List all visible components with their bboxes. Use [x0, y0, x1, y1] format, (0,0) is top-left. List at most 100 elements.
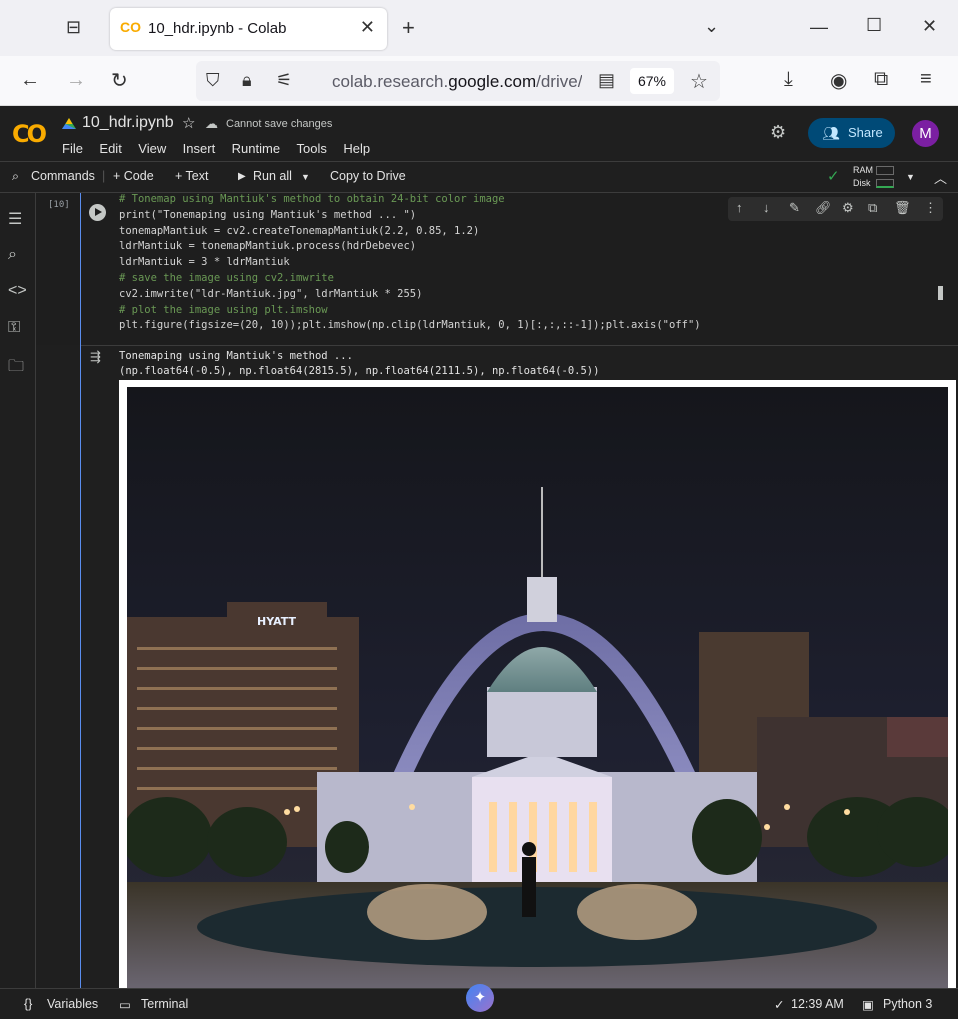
hyatt-sign: HYATT [257, 615, 297, 628]
menu-tools[interactable]: Tools [297, 141, 327, 156]
colab-favicon-icon: CO [120, 19, 141, 35]
share-label: Share [848, 125, 883, 140]
move-up-icon[interactable]: ↑ [736, 200, 743, 215]
editor-scrollbar[interactable] [938, 286, 943, 300]
url-text: colab.research.google.com/drive/ [332, 72, 582, 91]
find-replace-icon[interactable]: ⌕ [8, 246, 17, 264]
files-folder-icon[interactable]: 🗀 [8, 355, 24, 382]
left-sidebar: ☰ ⌕ <> ⚿ 🗀 [0, 193, 36, 988]
minimize-icon[interactable]: — [810, 17, 828, 38]
runtime-dropdown-icon[interactable]: ▼ [906, 172, 915, 182]
run-cell-button[interactable] [89, 204, 106, 221]
output-line: (np.float64(-0.5), np.float64(2815.5), n… [119, 365, 600, 377]
close-icon[interactable]: ✕ [360, 17, 375, 38]
new-tab-icon[interactable]: + [402, 15, 415, 41]
code-line: tonemapMantiuk = cv2.createTonemapMantiu… [119, 224, 480, 237]
settings-gear-icon[interactable]: ⚙ [770, 122, 786, 143]
edit-icon[interactable]: ✎ [789, 200, 800, 216]
bookmark-star-icon[interactable]: ☆ [690, 69, 708, 94]
search-icon: ⌕ [12, 169, 20, 183]
forward-icon[interactable]: → [66, 69, 86, 92]
download-icon[interactable]: ⤓ [784, 68, 793, 91]
runtime-icon: ▣ [862, 998, 874, 1012]
menu-view[interactable]: View [138, 141, 166, 156]
output-text: Tonemaping using Mantiuk's method ... (n… [119, 349, 599, 379]
output-figure: HYATT [119, 380, 956, 988]
menu-bar: File Edit View Insert Runtime Tools Help [62, 140, 382, 158]
permissions-icon[interactable]: ⚟ [276, 70, 292, 91]
maximize-icon[interactable]: ☐ [866, 15, 882, 36]
code-editor[interactable]: # Tonemap using Mantiuk's method to obta… [119, 192, 701, 334]
save-status: Cannot save changes [226, 118, 333, 130]
run-all-button[interactable]: Run all [253, 169, 292, 183]
ram-meter[interactable] [876, 166, 894, 175]
extensions-icon[interactable]: ⧉ [874, 68, 888, 91]
browser-tab[interactable]: CO 10_hdr.ipynb - Colab ✕ [110, 8, 387, 50]
chevron-down-icon[interactable]: ⌄ [704, 16, 719, 37]
code-line: print("Tonemaping using Mantiuk's method… [119, 208, 417, 221]
tab-overview-icon[interactable]: ⊟ [66, 17, 81, 38]
reader-view-icon[interactable]: ▤ [598, 70, 615, 91]
more-options-icon[interactable]: ⋮ [924, 200, 937, 216]
check-icon: ✓ [774, 998, 785, 1012]
star-icon[interactable]: ☆ [182, 114, 195, 132]
connected-check-icon: ✓ [827, 168, 840, 185]
browser-nav-bar: ← → ↻ ⛉ 🔒︎ ⚟ colab.research.google.com/d… [0, 56, 958, 106]
code-snippets-icon[interactable]: <> [8, 282, 27, 300]
lock-icon[interactable]: 🔒︎ [242, 70, 252, 91]
commands-button[interactable]: Commands [31, 169, 95, 183]
menu-icon[interactable]: ≡ [920, 68, 932, 91]
gemini-sparkle-icon[interactable]: ✦ [466, 984, 494, 1012]
mirror-cell-icon[interactable]: ⧉ [868, 200, 877, 216]
terminal-icon: ▭ [119, 998, 131, 1012]
add-code-button[interactable]: + Code [113, 169, 154, 183]
cell-toolbar: ↑ ↓ ✎ 🔗︎ ⚙ ⧉ 🗑︎ ⋮ [728, 197, 943, 221]
execution-time[interactable]: 12:39 AM [791, 997, 844, 1011]
delete-icon[interactable]: 🗑︎ [894, 200, 911, 216]
zoom-level[interactable]: 67% [630, 68, 674, 94]
chevron-down-icon[interactable]: ▼ [301, 172, 310, 182]
secrets-key-icon[interactable]: ⚿ [8, 319, 20, 337]
menu-insert[interactable]: Insert [183, 141, 216, 156]
reload-icon[interactable]: ↻ [111, 68, 128, 93]
drive-icon [62, 117, 76, 129]
back-icon[interactable]: ← [20, 69, 40, 92]
code-line: ldrMantiuk = 3 * ldrMantiuk [119, 256, 290, 269]
notebook-name[interactable]: 10_hdr.ipynb [82, 114, 174, 132]
variables-button[interactable]: Variables [47, 997, 98, 1011]
share-button[interactable]: 👥︎ Share [808, 118, 895, 148]
toolbar-divider: | [102, 169, 106, 183]
browser-tab-bar: ⊟ CO 10_hdr.ipynb - Colab ✕ + ⌄ — ☐ ✕ [0, 0, 958, 56]
output-line: Tonemaping using Mantiuk's method ... [119, 350, 353, 362]
code-line: cv2.imwrite("ldr-Mantiuk.jpg", ldrMantiu… [119, 287, 423, 300]
add-text-button[interactable]: + Text [175, 169, 208, 183]
code-line: ldrMantiuk = tonemapMantiuk.process(hdrD… [119, 240, 417, 253]
colab-header: CO 10_hdr.ipynb ☆ ☁ Cannot save changes … [0, 106, 958, 161]
terminal-button[interactable]: Terminal [141, 997, 188, 1011]
menu-edit[interactable]: Edit [99, 141, 121, 156]
window-close-icon[interactable]: ✕ [922, 16, 937, 37]
output-actions-icon[interactable]: ⇶ [90, 349, 101, 365]
copy-to-drive-button[interactable]: Copy to Drive [330, 169, 406, 183]
collapse-icon[interactable]: ︿ [934, 168, 947, 187]
settings-icon[interactable]: ⚙ [842, 200, 854, 216]
link-icon[interactable]: 🔗︎ [815, 200, 832, 216]
play-icon: ▶ [238, 171, 246, 182]
menu-file[interactable]: File [62, 141, 83, 156]
move-down-icon[interactable]: ↓ [763, 200, 770, 215]
shield-icon[interactable]: ⛉ [206, 70, 220, 91]
disk-meter[interactable] [876, 179, 894, 188]
cloud-off-icon: ☁ [205, 116, 218, 131]
runtime-label[interactable]: Python 3 [883, 997, 932, 1011]
url-bar[interactable]: ⛉ 🔒︎ ⚟ colab.research.google.com/drive/ … [196, 61, 720, 101]
table-of-contents-icon[interactable]: ☰ [8, 209, 22, 229]
execution-count: [10] [48, 200, 70, 210]
hdr-photo: HYATT [127, 387, 948, 988]
colab-logo[interactable]: CO [12, 120, 47, 148]
avatar[interactable]: M [912, 120, 939, 147]
menu-help[interactable]: Help [343, 141, 370, 156]
ram-label: RAM [853, 165, 873, 175]
menu-runtime[interactable]: Runtime [232, 141, 280, 156]
people-icon: 👥︎ [822, 125, 840, 141]
account-icon[interactable]: ◉ [830, 68, 847, 93]
